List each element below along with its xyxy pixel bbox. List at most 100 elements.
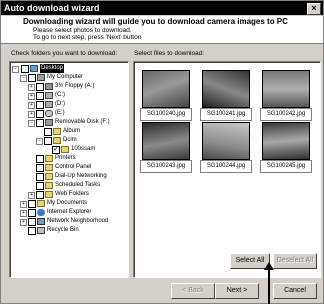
checkbox[interactable]	[44, 137, 52, 145]
file-thumbnail[interactable]: SG100244.jpg	[200, 120, 252, 175]
expand-icon[interactable]: +	[28, 111, 35, 118]
floppy-icon	[45, 83, 53, 90]
expand-icon[interactable]: +	[28, 93, 35, 100]
expand-icon[interactable]: +	[20, 201, 27, 208]
tree-item-label: (C:)	[55, 92, 65, 98]
file-name: SG100245.jpg	[260, 160, 312, 173]
checked-checkbox-icon[interactable]: ✓	[52, 146, 60, 154]
cancel-button[interactable]: Cancel	[273, 283, 317, 299]
tree-item-label: Internet Explorer	[47, 209, 92, 215]
wizard-headline: Downloading wizard will guide you to dow…	[23, 17, 288, 26]
title-bar[interactable]: Auto download wizard ×	[1, 1, 323, 15]
folder-tree-label: Check folders you want to download:	[11, 50, 118, 57]
wizard-instruction-2: To go to next step, press 'Next' button	[33, 34, 142, 41]
checkbox[interactable]	[36, 164, 44, 172]
file-thumbnail[interactable]: SG100241.jpg	[200, 68, 252, 123]
desktop-icon	[30, 65, 38, 72]
drive-icon	[45, 92, 53, 99]
wizard-window: Auto download wizard × Downloading wizar…	[0, 0, 324, 304]
tree-item-label: Control Panel	[55, 164, 92, 170]
photo-icon	[202, 70, 250, 108]
photo-icon	[202, 122, 250, 160]
expand-icon[interactable]: +	[28, 192, 35, 199]
tree-item-label: Dial-Up Networking	[55, 173, 107, 179]
collapse-icon[interactable]: −	[36, 138, 43, 145]
photo-icon	[262, 70, 310, 108]
computer-icon	[37, 74, 45, 81]
collapse-icon[interactable]: −	[12, 66, 19, 73]
control-panel-icon	[45, 164, 53, 171]
expand-icon[interactable]: +	[28, 84, 35, 91]
folder-open-icon	[61, 146, 69, 153]
checkbox[interactable]	[28, 209, 36, 217]
scheduled-tasks-icon	[45, 182, 53, 189]
pointer-arrow-shaft	[268, 267, 270, 304]
removable-disk-icon	[45, 119, 53, 126]
tree-item-label: Web Folders	[55, 191, 89, 197]
file-thumbnail-list[interactable]: SG100240.jpg SG100241.jpg SG100242.jpg S…	[133, 61, 321, 278]
photo-icon	[142, 122, 190, 160]
printers-folder-icon	[45, 155, 53, 162]
file-name: SG100243.jpg	[140, 160, 192, 173]
checkbox[interactable]	[36, 155, 44, 163]
file-thumbnail[interactable]: SG100240.jpg	[140, 68, 192, 123]
checkbox[interactable]	[36, 101, 44, 109]
checkbox[interactable]	[36, 182, 44, 190]
internet-explorer-icon	[37, 209, 45, 216]
folder-icon	[53, 128, 61, 135]
window-title: Auto download wizard	[4, 3, 100, 13]
tree-item-label: 3½ Floppy (A:)	[55, 83, 95, 89]
checkbox[interactable]	[36, 191, 44, 199]
tree-item-label: My Computer	[47, 74, 84, 80]
expand-icon[interactable]: +	[20, 210, 27, 217]
documents-folder-icon	[37, 200, 45, 207]
file-thumbnail[interactable]: SG100245.jpg	[260, 120, 312, 175]
web-folders-icon	[45, 191, 53, 198]
checkbox[interactable]	[28, 200, 36, 208]
checkbox[interactable]	[28, 74, 36, 82]
tree-item-label: My Documents	[47, 200, 88, 206]
photo-icon	[262, 122, 310, 160]
file-thumbnail[interactable]: SG100242.jpg	[260, 68, 312, 123]
dial-up-networking-icon	[45, 173, 53, 180]
close-button[interactable]: ×	[307, 3, 321, 15]
checkbox[interactable]	[36, 92, 44, 100]
back-button[interactable]: < Back	[171, 283, 215, 299]
tree-item-label: Recycle Bin	[47, 227, 79, 233]
collapse-icon[interactable]: −	[28, 120, 35, 127]
tree-item-label: Dcim	[63, 137, 77, 143]
cd-drive-icon	[45, 110, 53, 117]
folder-icon	[53, 137, 61, 144]
next-button[interactable]: Next >	[215, 283, 259, 299]
wizard-instruction-1: Please select photos to download.	[33, 27, 132, 34]
expand-icon[interactable]: +	[28, 102, 35, 109]
checkbox[interactable]	[36, 110, 44, 118]
folder-tree[interactable]: − Desktop − My Computer + 3½ Floppy (A:)…	[9, 61, 129, 278]
tree-item-label: 100ssam	[71, 146, 96, 152]
checkbox[interactable]	[36, 173, 44, 181]
collapse-icon[interactable]: −	[20, 75, 27, 82]
tree-item-label: Network Neighborhood	[47, 218, 109, 224]
checkbox[interactable]	[21, 65, 29, 73]
recycle-bin-icon	[37, 227, 45, 234]
photo-icon	[142, 70, 190, 108]
drive-icon	[45, 101, 53, 108]
tree-item-label: (E:)	[55, 110, 65, 116]
checkbox[interactable]	[28, 227, 36, 235]
expand-icon[interactable]: +	[20, 219, 27, 226]
file-name: SG100244.jpg	[200, 160, 252, 173]
tree-item-label: Printers	[55, 155, 76, 161]
file-list-label: Select files to download:	[134, 50, 205, 57]
checkbox[interactable]	[44, 128, 52, 136]
network-icon	[37, 218, 45, 225]
deselect-all-button[interactable]: Deselect All	[273, 253, 317, 269]
checkbox[interactable]	[36, 83, 44, 91]
tree-item-label: Album	[63, 128, 81, 134]
checkbox[interactable]	[28, 218, 36, 226]
wizard-header: Downloading wizard will guide you to dow…	[1, 16, 323, 44]
file-thumbnail[interactable]: SG100243.jpg	[140, 120, 192, 175]
tree-item-label: Desktop	[40, 64, 65, 73]
tree-item-label: Removable Disk (F:)	[55, 119, 110, 125]
tree-item-label: (D:)	[55, 101, 65, 107]
checkbox[interactable]	[36, 119, 44, 127]
